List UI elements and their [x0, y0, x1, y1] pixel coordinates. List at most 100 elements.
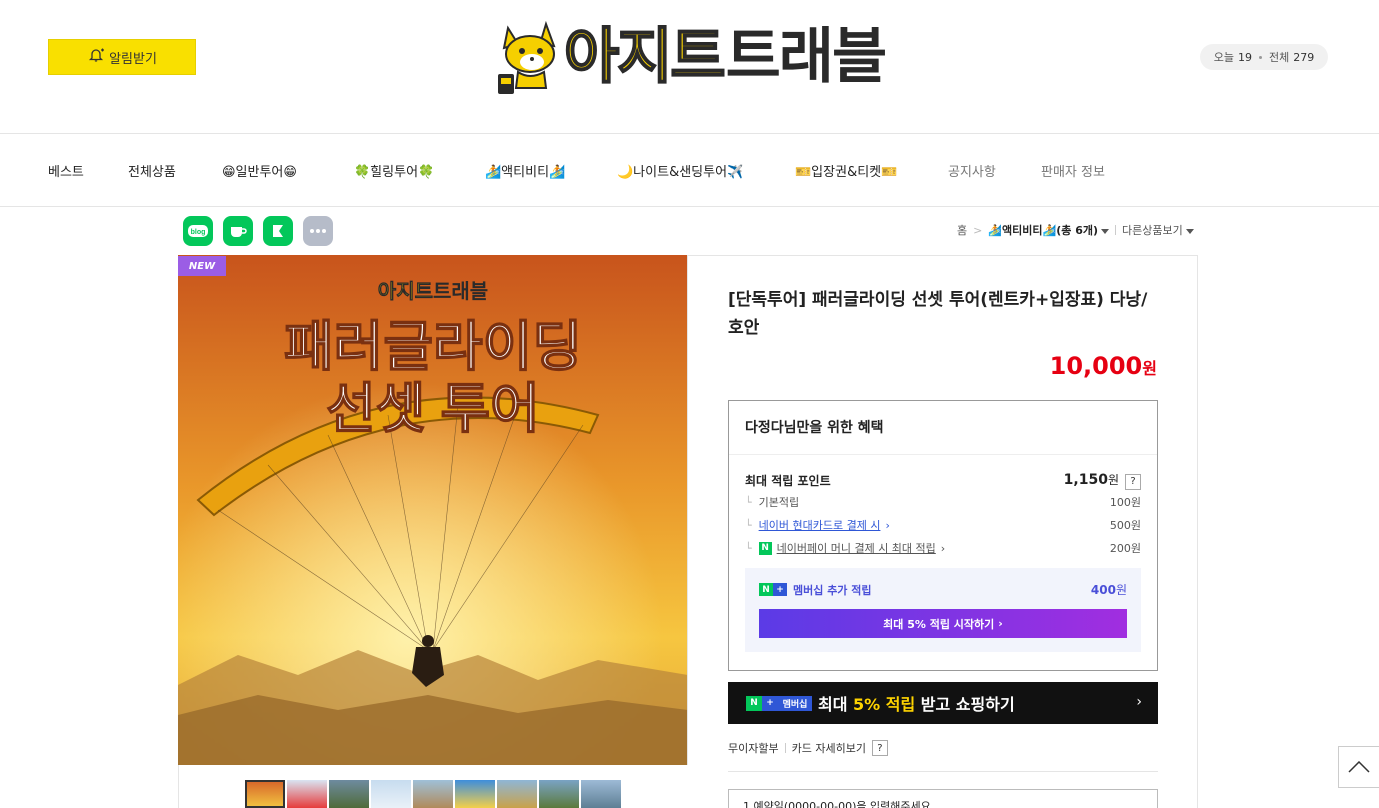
- separator-dot: [1259, 55, 1262, 59]
- breadcrumb: 홈 > 🏄액티비티🏄(총 6개) 다른상품보기: [957, 222, 1194, 238]
- image-brand-yellow: 아지트: [378, 280, 433, 303]
- breadcrumb-category-label: 🏄액티비티🏄(총 6개): [988, 224, 1098, 237]
- main-nav: 베스트 전체상품 😁일반투어😁 🍀힐링투어🍀 🏄액티비티🏄 🌙나이트&샌딩투어✈…: [0, 134, 1379, 207]
- naver-plus-icon: N + 멤버십: [746, 695, 812, 711]
- caret-down-icon: [1185, 228, 1194, 234]
- membership-start-label: 최대 5% 적립 시작하기: [883, 617, 995, 631]
- basic-point-label: 기본적립: [758, 496, 800, 509]
- image-brand-dark: 트래블: [433, 280, 488, 303]
- nav-item-general-tour[interactable]: 😁일반투어😁: [222, 161, 297, 180]
- divider: [1115, 225, 1116, 235]
- logo-text-primary: 아지트: [563, 23, 727, 90]
- npay-point-row: └ N 네이버페이 머니 결제 시 최대 적립 › 200원: [745, 540, 1141, 556]
- thumbnail-1[interactable]: [245, 780, 285, 808]
- max-point-row: 최대 적립 포인트 1,150원?: [745, 471, 1141, 490]
- thumbnail-5[interactable]: [413, 780, 453, 808]
- other-products-label: 다른상품보기: [1122, 224, 1183, 237]
- nav-item-best[interactable]: 베스트: [48, 161, 84, 180]
- membership-start-button[interactable]: 최대 5% 적립 시작하기 ›: [759, 609, 1127, 638]
- npay-point-value: 200원: [1109, 542, 1141, 555]
- breadcrumb-category[interactable]: 🏄액티비티🏄(총 6개): [988, 222, 1109, 238]
- basic-point-row: └ 기본적립 100원: [745, 494, 1141, 510]
- thumbnail-strip: [245, 780, 621, 808]
- membership-banner[interactable]: N + 멤버십 최대 5% 적립 받고 쇼핑하기 ›: [728, 682, 1158, 724]
- product-title: [단독투어] 패러글라이딩 선셋 투어(렌트카+입장표) 다낭/호안: [728, 290, 1148, 338]
- max-point-unit: 원: [1107, 473, 1119, 487]
- thumbnail-9[interactable]: [581, 780, 621, 808]
- thumbnail-3[interactable]: [329, 780, 369, 808]
- tree-connector-icon: └: [745, 541, 752, 555]
- chevron-up-icon: [1348, 761, 1370, 773]
- price-value: 10,000: [1049, 352, 1143, 380]
- image-headline-1: 패러글라이딩: [284, 317, 582, 377]
- max-point-label: 최대 적립 포인트: [745, 473, 831, 488]
- naver-plus-icon: N +: [759, 583, 787, 596]
- site-logo[interactable]: 아지트 트래블: [494, 18, 888, 96]
- card-point-value: 500원: [1109, 519, 1141, 532]
- chevron-right-icon: ›: [1136, 694, 1142, 710]
- nav-item-night-sending-tour[interactable]: 🌙나이트&샌딩투어✈️: [617, 161, 743, 180]
- blog-icon: blog: [188, 225, 208, 237]
- thumbnail-4[interactable]: [371, 780, 411, 808]
- membership-badge: 멤버십: [778, 695, 812, 711]
- share-more-button[interactable]: [303, 216, 333, 246]
- membership-panel: N + 멤버십 추가 적립 400원 최대 5% 적립 시작하기 ›: [745, 568, 1141, 652]
- breadcrumb-separator: >: [973, 223, 983, 237]
- max-point-value: 1,150: [1063, 472, 1108, 488]
- band-icon: [273, 225, 283, 237]
- logo-text-secondary: 트래블: [725, 23, 888, 90]
- tree-connector-icon: └: [745, 495, 752, 509]
- thumbnail-8[interactable]: [539, 780, 579, 808]
- product-price: 10,000원: [1000, 352, 1157, 380]
- help-button[interactable]: ?: [1125, 473, 1141, 490]
- share-band-button[interactable]: [263, 216, 293, 246]
- nav-item-notice[interactable]: 공지사항: [948, 161, 996, 180]
- nav-item-seller-info[interactable]: 판매자 정보: [1041, 161, 1105, 180]
- payment-links: 무이자할부 카드 자세히보기 ?: [728, 740, 888, 756]
- scroll-top-button[interactable]: [1338, 746, 1379, 788]
- nav-item-tickets[interactable]: 🎫입장권&티켓🎫: [795, 161, 897, 180]
- banner-text: 최대 5% 적립 받고 쇼핑하기: [818, 691, 1015, 715]
- benefit-title: 다정다님만을 위한 혜택: [745, 420, 884, 436]
- help-button[interactable]: ?: [871, 740, 888, 756]
- banner-text-1: 최대: [818, 695, 848, 714]
- reservation-date-field[interactable]: 1.예약일(0000-00-00)을 입력해주세요: [728, 789, 1158, 808]
- thumbnail-2[interactable]: [287, 780, 327, 808]
- max-point-value-wrap: 1,150원?: [1064, 471, 1141, 490]
- visitor-today-label: 오늘: [1213, 51, 1234, 64]
- product-main-image[interactable]: 아지트트래블 패러글라이딩 선셋 투어: [178, 255, 688, 765]
- divider: [728, 771, 1158, 772]
- price-unit: 원: [1142, 359, 1157, 378]
- nav-item-activity[interactable]: 🏄액티비티🏄: [485, 161, 565, 180]
- npay-link[interactable]: 네이버페이 머니 결제 시 최대 적립: [777, 540, 936, 556]
- fox-mascot-icon: [498, 20, 556, 94]
- chevron-right-icon: ›: [998, 617, 1003, 630]
- share-blog-button[interactable]: blog: [183, 216, 213, 246]
- card-detail-link[interactable]: 카드 자세히보기: [792, 740, 866, 756]
- bell-icon: [87, 47, 105, 67]
- installment-link[interactable]: 무이자할부: [728, 740, 779, 756]
- cafe-icon: [231, 227, 247, 237]
- chevron-right-icon: ›: [940, 541, 946, 555]
- nav-item-healing-tour[interactable]: 🍀힐링투어🍀: [354, 161, 434, 180]
- alarm-button[interactable]: 알림받기: [48, 39, 196, 75]
- nav-item-all-products[interactable]: 전체상품: [128, 161, 176, 180]
- alarm-label: 알림받기: [109, 51, 157, 67]
- membership-value: 400: [1090, 583, 1116, 597]
- basic-point-value: 100원: [1109, 496, 1141, 509]
- tree-connector-icon: └: [745, 518, 752, 532]
- divider: [784, 743, 786, 753]
- visitor-counter: 오늘 19 전체 279: [1200, 44, 1328, 70]
- visitor-total-count: 279: [1293, 50, 1315, 64]
- thumbnail-6[interactable]: [455, 780, 495, 808]
- share-cafe-button[interactable]: [223, 216, 253, 246]
- banner-text-highlight: 5% 적립: [853, 695, 916, 714]
- svg-text:blog: blog: [191, 229, 206, 236]
- other-products-dropdown[interactable]: 다른상품보기: [1122, 222, 1194, 238]
- membership-label: 멤버십 추가 적립: [793, 583, 872, 597]
- more-dots-icon: [310, 229, 326, 233]
- new-badge: NEW: [178, 256, 226, 276]
- hyundai-card-link[interactable]: 네이버 현대카드로 결제 시: [759, 517, 881, 533]
- breadcrumb-home[interactable]: 홈: [957, 222, 967, 238]
- thumbnail-7[interactable]: [497, 780, 537, 808]
